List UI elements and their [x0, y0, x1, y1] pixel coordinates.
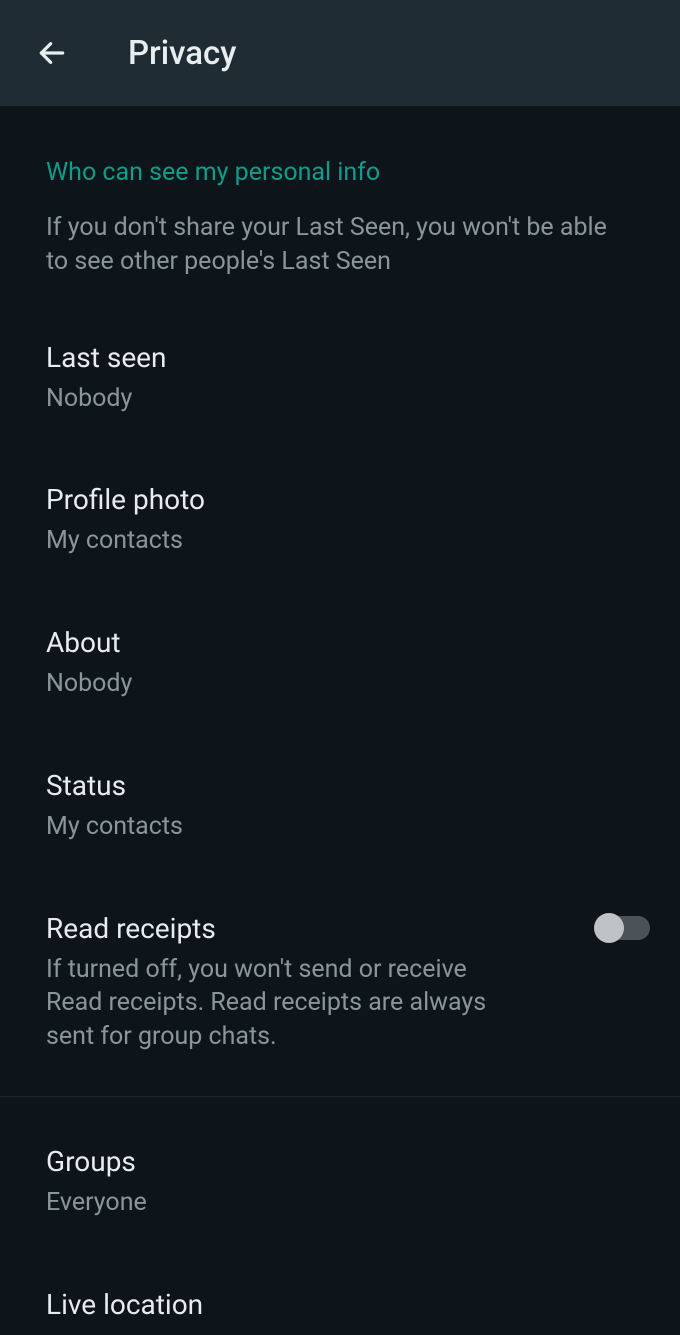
setting-value: My contacts — [46, 524, 634, 558]
setting-last-seen[interactable]: Last seen Nobody — [0, 279, 680, 444]
section-title: Who can see my personal info — [46, 158, 634, 187]
setting-label: Last seen — [46, 341, 634, 374]
section-intro: Who can see my personal info If you don'… — [0, 106, 680, 279]
setting-value: Nobody — [46, 667, 634, 701]
setting-label: Live location — [46, 1288, 634, 1321]
settings-content: Who can see my personal info If you don'… — [0, 106, 680, 1335]
setting-groups[interactable]: Groups Everyone — [0, 1097, 680, 1248]
setting-about[interactable]: About Nobody — [0, 586, 680, 729]
setting-value: Everyone — [46, 1186, 634, 1220]
back-button[interactable] — [34, 35, 70, 71]
setting-label: About — [46, 626, 634, 659]
section-description: If you don't share your Last Seen, you w… — [46, 211, 634, 279]
toggle-knob-icon — [594, 913, 624, 943]
setting-live-location[interactable]: Live location None — [0, 1248, 680, 1335]
setting-label: Profile photo — [46, 483, 634, 516]
setting-status[interactable]: Status My contacts — [0, 729, 680, 872]
setting-label: Groups — [46, 1145, 634, 1178]
setting-profile-photo[interactable]: Profile photo My contacts — [0, 443, 680, 586]
setting-value: Nobody — [46, 382, 634, 416]
setting-value: My contacts — [46, 810, 634, 844]
setting-value: None — [46, 1329, 634, 1335]
setting-read-receipts[interactable]: Read receipts If turned off, you won't s… — [0, 872, 680, 1096]
arrow-left-icon — [36, 37, 68, 69]
app-bar: Privacy — [0, 0, 680, 106]
setting-description: If turned off, you won't send or receive… — [46, 953, 506, 1054]
setting-label: Read receipts — [46, 912, 506, 945]
page-title: Privacy — [128, 34, 236, 73]
setting-label: Status — [46, 769, 634, 802]
read-receipts-toggle[interactable] — [598, 916, 650, 940]
